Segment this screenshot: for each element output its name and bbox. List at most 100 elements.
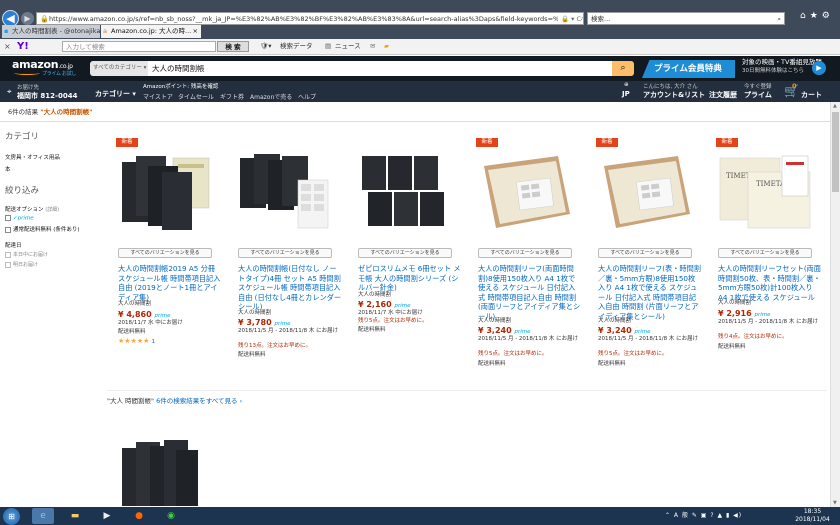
product-image[interactable]: TIMETABLE TIMETABLE	[718, 152, 812, 232]
review-count[interactable]: 1	[152, 339, 156, 345]
see-variations-button[interactable]: すべてのバリエーションを見る	[118, 248, 212, 258]
product-price[interactable]: ¥ 2,160 prime	[358, 300, 410, 309]
yahoo-search-input[interactable]: 入力して検索	[62, 41, 216, 52]
product-card[interactable]: 新着 すべてのバリエーションを見る 大人の時間割帳2019 A5 分冊スケジュー…	[116, 138, 228, 373]
tab-twitter[interactable]: ▪ 大人の時間割表 - @otonajika...	[2, 25, 100, 38]
nav-link-timesale[interactable]: タイムセール	[178, 92, 214, 101]
product-price[interactable]: ¥ 2,916 prime	[718, 309, 770, 318]
category-dropdown[interactable]: すべてのカテゴリー ▾	[90, 61, 148, 76]
product-title[interactable]: 大人の時間割帳(日付なし ノートタイプ)4冊 セット A5 時間割 スケジュール…	[238, 264, 342, 312]
toolbar-item-news[interactable]: ニュース	[335, 39, 361, 54]
product-title[interactable]: 大人の時間割リーフ(両面時間割)8使用150枚入り A4 1枚で使える スケジュ…	[478, 264, 582, 321]
see-all-results-link[interactable]: 6件の検索結果をすべて見る ›	[156, 397, 242, 405]
product-title[interactable]: ゼピロスリムメモ 6冊セット メモ帳 大人の時間割シリーズ (シルバー針金)	[358, 264, 462, 293]
play-icon[interactable]: ▶	[812, 61, 826, 75]
page-scrollbar[interactable]: ▲ ▼	[830, 102, 840, 507]
product-image[interactable]	[598, 152, 692, 232]
chrome-taskbar-icon[interactable]: ◉	[160, 508, 182, 524]
prime-menu[interactable]: プライム	[744, 90, 772, 100]
product-price[interactable]: ¥ 3,240 prime	[598, 326, 650, 335]
product-price[interactable]: ¥ 3,240 prime	[478, 326, 530, 335]
amazon-search-button[interactable]: ⌕	[612, 61, 634, 76]
toolbar-item-search-data[interactable]: 検索データ	[280, 39, 313, 54]
deliver-address[interactable]: 福岡市 812-0044	[17, 91, 77, 101]
ie-taskbar-icon[interactable]: e	[32, 508, 54, 524]
points-link[interactable]: Amazonポイント: 残高を確認	[143, 82, 218, 90]
clock[interactable]: 18:35 2018/11/04	[790, 508, 835, 524]
language-selector[interactable]: JP	[622, 90, 630, 98]
scroll-down-icon[interactable]: ▼	[833, 500, 837, 506]
start-button[interactable]: ⊞	[3, 508, 20, 525]
account-lists-menu[interactable]: アカウント&リスト	[643, 90, 705, 100]
delivery-estimate: 2018/11/5 月 - 2018/11/8 木 にお届け	[718, 319, 819, 325]
product-image[interactable]	[120, 436, 200, 506]
close-toolbar-icon[interactable]: ×	[4, 39, 11, 54]
result-query: "大人の時間割帳"	[40, 108, 93, 116]
url-text: https://www.amazon.co.jp/s/ref=nb_sb_nos…	[49, 15, 584, 23]
today-checkbox[interactable]	[5, 251, 11, 258]
media-player-taskbar-icon[interactable]: ▶	[96, 508, 118, 524]
scrollbar-thumb[interactable]	[832, 112, 839, 192]
product-price[interactable]: ¥ 3,780 prime	[238, 318, 290, 327]
system-tray[interactable]: ⌃ A 般 ✎ ▣ ? ▲ ▮ ◀)	[665, 510, 742, 519]
prime-filter[interactable]: ✓prime	[5, 215, 34, 222]
product-card[interactable]: 新着 TIMETABLE TIMETABLE すべてのバリエーションを見る 大人…	[716, 138, 828, 373]
amazon-logo[interactable]: amazon.co.jp プライム お試し	[12, 58, 76, 77]
prime-video-promo[interactable]: 対象の映画・TV番組見放題 30日間無料体験はこちら	[742, 58, 822, 76]
see-variations-button[interactable]: すべてのバリエーションを見る	[478, 248, 572, 258]
today-filter[interactable]: 本日中にお届け	[5, 251, 48, 258]
see-variations-button[interactable]: すべてのバリエーションを見る	[238, 248, 332, 258]
free-shipping-checkbox[interactable]	[5, 226, 11, 233]
see-variations-button[interactable]: すべてのバリエーションを見る	[598, 248, 692, 258]
lock-icon: 🔒	[40, 15, 49, 23]
shield-icon[interactable]: 🛡▾	[260, 39, 272, 54]
folder-icon[interactable]: ▰	[384, 39, 389, 54]
product-image[interactable]	[118, 152, 212, 232]
tab-amazon[interactable]: a Amazon.co.jp: 大人の時... ×	[101, 25, 201, 38]
search-icon[interactable]: ⌕	[777, 13, 781, 25]
product-card[interactable]: 新着 すべてのバリエーションを見る 大人の時間割リーフ(表・時間割／裏・5mm方…	[596, 138, 708, 373]
department-menu[interactable]: カテゴリー ▾	[95, 89, 136, 99]
tomorrow-checkbox[interactable]	[5, 261, 11, 268]
prime-checkbox[interactable]	[5, 215, 11, 221]
yahoo-logo[interactable]: Y!	[17, 39, 29, 54]
product-card[interactable]: すべてのバリエーションを見る ゼピロスリムメモ 6冊セット メモ帳 大人の時間割…	[358, 138, 468, 373]
yahoo-search-button[interactable]: 検 索	[217, 41, 249, 52]
see-variations-button[interactable]: すべてのバリエーションを見る	[358, 248, 452, 258]
forward-button[interactable]: ▶	[21, 12, 34, 25]
window-icons[interactable]: ⌂★⚙	[800, 11, 834, 21]
firefox-taskbar-icon[interactable]: ●	[128, 508, 150, 524]
product-card[interactable]: 新着 すべてのバリエーションを見る 大人の時間割リーフ(両面時間割)8使用150…	[476, 138, 588, 373]
product-image[interactable]	[238, 152, 332, 232]
amazon-search-input[interactable]: 大人の時間割帳	[148, 61, 612, 76]
browser-search-placeholder: 検索...	[591, 15, 611, 23]
address-bar[interactable]: 🔒 https://www.amazon.co.jp/s/ref=nb_sb_n…	[36, 12, 584, 25]
free-shipping-filter[interactable]: 通常配送料無料 (条件あり)	[5, 225, 80, 233]
explorer-taskbar-icon[interactable]: ▬	[64, 508, 86, 524]
product-image[interactable]	[478, 152, 572, 232]
tomorrow-filter[interactable]: 明日お届け	[5, 261, 38, 268]
category-stationery[interactable]: 文房具・オフィス用品	[5, 153, 60, 161]
product-price[interactable]: ¥ 4,860 prime	[118, 310, 170, 319]
address-controls[interactable]: 🔒 ▾ C	[557, 13, 581, 24]
orders-link[interactable]: 注文履歴	[709, 90, 737, 100]
product-title[interactable]: 大人の時間割帳2019 A5 分冊スケジュール帳 時間帯項目記入自由 (2019…	[118, 264, 222, 302]
nav-link-giftcard[interactable]: ギフト券	[220, 92, 244, 101]
product-card[interactable]: すべてのバリエーションを見る 大人の時間割帳(日付なし ノートタイプ)4冊 セッ…	[238, 138, 348, 373]
nav-link-mystore[interactable]: マイストア	[143, 92, 173, 101]
nav-link-help[interactable]: ヘルプ	[298, 92, 316, 101]
browser-search-box[interactable]: 検索... ⌕	[587, 12, 785, 25]
product-image[interactable]	[358, 152, 452, 232]
nav-link-sell[interactable]: Amazonで売る	[250, 92, 292, 101]
category-books[interactable]: 本	[5, 165, 11, 173]
close-tab-icon[interactable]: ×	[193, 25, 198, 38]
see-variations-button[interactable]: すべてのバリエーションを見る	[718, 248, 812, 258]
prime-benefits-banner[interactable]: プライム会員特典	[642, 60, 735, 78]
product-title[interactable]: 大人の時間割リーフセット(両面時間割50枚、表・時間割／裏・5mm方眼50枚)計…	[718, 264, 822, 302]
rating-stars[interactable]: ★★★★★ 1	[118, 337, 155, 345]
scroll-up-icon[interactable]: ▲	[833, 103, 837, 109]
delivery-option-note[interactable]: (詳細)	[45, 207, 59, 213]
mail-icon[interactable]: ✉	[370, 39, 375, 54]
product-title[interactable]: 大人の時間割リーフ(表・時間割／裏・5mm方眼)8使用150枚入り A4 1枚で…	[598, 264, 702, 321]
cart-link[interactable]: カート	[801, 90, 822, 100]
